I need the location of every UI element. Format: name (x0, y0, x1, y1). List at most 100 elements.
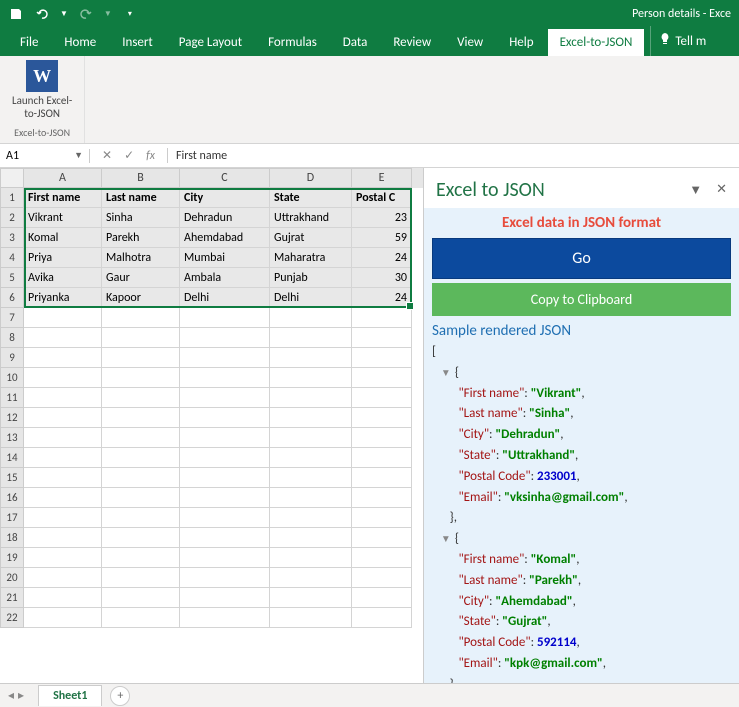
cell[interactable] (24, 528, 102, 548)
cell[interactable]: State (270, 188, 352, 208)
cell[interactable] (352, 468, 412, 488)
cell[interactable] (180, 308, 270, 328)
cell[interactable]: Uttrakhand (270, 208, 352, 228)
cell[interactable] (270, 348, 352, 368)
launch-excel-to-json-button[interactable]: W Launch Excel- to-JSON (12, 60, 72, 120)
cell[interactable] (102, 388, 180, 408)
add-sheet-button[interactable]: + (110, 686, 130, 706)
row-header-19[interactable]: 19 (0, 548, 24, 568)
fx-icon[interactable]: fx (146, 149, 155, 163)
tell-me[interactable]: Tell m (650, 26, 718, 56)
tab-insert[interactable]: Insert (110, 29, 165, 56)
cell[interactable]: 23 (352, 208, 412, 228)
row-header-6[interactable]: 6 (0, 288, 24, 308)
cell[interactable] (102, 508, 180, 528)
cell[interactable] (180, 548, 270, 568)
row-header-12[interactable]: 12 (0, 408, 24, 428)
tab-review[interactable]: Review (381, 29, 443, 56)
cell[interactable] (270, 468, 352, 488)
tab-view[interactable]: View (445, 29, 495, 56)
cell[interactable] (352, 568, 412, 588)
cell[interactable]: Priya (24, 248, 102, 268)
cell[interactable] (270, 428, 352, 448)
row-header-11[interactable]: 11 (0, 388, 24, 408)
row-header-4[interactable]: 4 (0, 248, 24, 268)
cell[interactable] (24, 308, 102, 328)
cell[interactable] (180, 468, 270, 488)
cell[interactable]: Dehradun (180, 208, 270, 228)
row-header-2[interactable]: 2 (0, 208, 24, 228)
cell[interactable] (180, 568, 270, 588)
cell[interactable]: Gujrat (270, 228, 352, 248)
sheet-nav-next-icon[interactable]: ▸ (18, 688, 24, 703)
cell[interactable] (352, 448, 412, 468)
row-header-10[interactable]: 10 (0, 368, 24, 388)
row-header-21[interactable]: 21 (0, 588, 24, 608)
cell[interactable] (24, 428, 102, 448)
cell[interactable] (102, 528, 180, 548)
cell[interactable] (180, 528, 270, 548)
cell[interactable] (270, 448, 352, 468)
cell[interactable] (352, 428, 412, 448)
taskpane-close-icon[interactable]: ✕ (716, 182, 727, 198)
cell[interactable] (24, 348, 102, 368)
chevron-down-icon[interactable]: ▼ (74, 150, 83, 161)
cell[interactable] (180, 408, 270, 428)
cell[interactable] (24, 328, 102, 348)
copy-clipboard-button[interactable]: Copy to Clipboard (432, 283, 731, 316)
cell[interactable] (270, 608, 352, 628)
cell[interactable] (352, 388, 412, 408)
spreadsheet-grid[interactable]: A B C D E 123456789101112131415161718192… (0, 168, 423, 683)
tab-page-layout[interactable]: Page Layout (167, 29, 254, 56)
cell[interactable] (102, 488, 180, 508)
cell[interactable] (180, 348, 270, 368)
cell[interactable] (24, 608, 102, 628)
row-header-18[interactable]: 18 (0, 528, 24, 548)
tab-data[interactable]: Data (331, 29, 380, 56)
col-header-b[interactable]: B (102, 168, 180, 188)
cell[interactable] (102, 308, 180, 328)
cell[interactable] (270, 488, 352, 508)
cell[interactable]: Delhi (180, 288, 270, 308)
cell[interactable] (24, 568, 102, 588)
tab-file[interactable]: File (8, 29, 50, 56)
cell[interactable] (180, 428, 270, 448)
row-header-1[interactable]: 1 (0, 188, 24, 208)
cell[interactable] (24, 408, 102, 428)
cell[interactable]: Ahemdabad (180, 228, 270, 248)
col-header-a[interactable]: A (24, 168, 102, 188)
cell[interactable] (352, 348, 412, 368)
select-all-corner[interactable] (0, 168, 24, 188)
redo-icon[interactable] (78, 6, 94, 22)
row-header-14[interactable]: 14 (0, 448, 24, 468)
row-header-13[interactable]: 13 (0, 428, 24, 448)
cell[interactable]: Vikrant (24, 208, 102, 228)
go-button[interactable]: Go (432, 238, 731, 279)
cell[interactable] (270, 528, 352, 548)
qat-customize-icon[interactable]: ▾ (128, 9, 132, 19)
cell[interactable]: Sinha (102, 208, 180, 228)
tab-help[interactable]: Help (497, 29, 545, 56)
cell[interactable] (352, 368, 412, 388)
save-icon[interactable] (8, 6, 24, 22)
cell[interactable]: City (180, 188, 270, 208)
row-header-15[interactable]: 15 (0, 468, 24, 488)
cell[interactable]: Postal C (352, 188, 412, 208)
cell[interactable] (180, 448, 270, 468)
cell[interactable]: 24 (352, 248, 412, 268)
cell[interactable] (352, 528, 412, 548)
cell[interactable]: Maharatra (270, 248, 352, 268)
cell[interactable] (270, 548, 352, 568)
cell[interactable] (24, 548, 102, 568)
cell[interactable]: Priyanka (24, 288, 102, 308)
tab-formulas[interactable]: Formulas (256, 29, 329, 56)
col-header-d[interactable]: D (270, 168, 352, 188)
cell[interactable] (352, 408, 412, 428)
cell[interactable] (102, 468, 180, 488)
cell[interactable] (102, 348, 180, 368)
cell[interactable] (102, 568, 180, 588)
col-header-e[interactable]: E (352, 168, 412, 188)
cell[interactable] (24, 588, 102, 608)
cell[interactable] (270, 328, 352, 348)
cell[interactable] (270, 408, 352, 428)
